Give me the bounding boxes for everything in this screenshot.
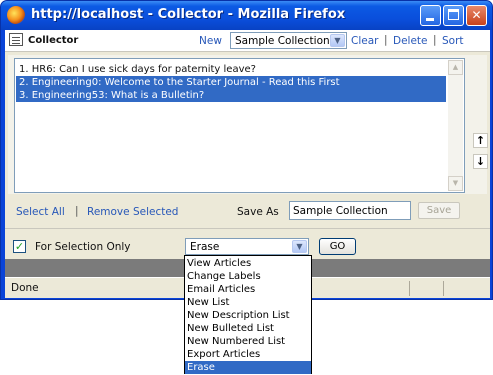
save-as-input[interactable] [289, 201, 411, 220]
dropdown-option[interactable]: Export Articles [185, 348, 311, 361]
scroll-up-icon[interactable]: ▲ [448, 60, 463, 75]
separator: | [384, 34, 388, 46]
status-pane-divider [443, 281, 444, 296]
dropdown-option[interactable]: New List [185, 296, 311, 309]
checkmark-icon: ✓ [14, 240, 25, 253]
remove-selected-link[interactable]: Remove Selected [87, 206, 178, 218]
status-pane-divider [409, 281, 410, 296]
collection-select-value: Sample Collection [235, 35, 330, 47]
clear-link[interactable]: Clear [351, 35, 378, 47]
close-button[interactable]: ✕ [466, 5, 487, 26]
scroll-down-icon[interactable]: ▼ [448, 176, 463, 191]
minimize-icon [426, 18, 434, 21]
status-text: Done [11, 282, 39, 294]
maximize-icon [448, 9, 459, 20]
dropdown-option[interactable]: Email Articles [185, 283, 311, 296]
action-select-value: Erase [190, 241, 220, 253]
separator: | [433, 34, 437, 46]
for-selection-only-label: For Selection Only [35, 241, 131, 253]
firefox-icon [7, 6, 25, 24]
chevron-down-icon[interactable]: ▼ [330, 34, 345, 47]
collector-title: Collector [28, 35, 79, 46]
dropdown-option[interactable]: New Description List [185, 309, 311, 322]
dropdown-option-selected[interactable]: Erase [185, 361, 311, 374]
dropdown-option[interactable]: Change Labels [185, 270, 311, 283]
arrow-up-icon[interactable]: ↑ [473, 133, 488, 148]
chevron-down-icon[interactable]: ▼ [292, 240, 307, 253]
save-button[interactable]: Save [418, 202, 460, 219]
collection-select[interactable]: Sample Collection ▼ [230, 32, 347, 49]
dropdown-option[interactable]: New Numbered List [185, 335, 311, 348]
list-item[interactable]: 1. HR6: Can I use sick days for paternit… [16, 63, 446, 76]
list-item[interactable]: 3. Engineering53: What is a Bulletin? [16, 89, 446, 102]
maximize-button[interactable] [443, 5, 464, 26]
delete-link[interactable]: Delete [393, 35, 428, 47]
new-link[interactable]: New [199, 35, 222, 47]
close-icon: ✕ [471, 8, 482, 22]
dropdown-option[interactable]: New Bulleted List [185, 322, 311, 335]
save-as-label: Save As [237, 206, 279, 218]
collector-toolbar: Collector New Sample Collection ▼ Clear … [5, 30, 490, 52]
separator: | [75, 205, 79, 217]
action-dropdown-list[interactable]: View Articles Change Labels Email Articl… [184, 255, 312, 374]
action-select[interactable]: Erase ▼ [185, 238, 309, 255]
collector-icon [9, 33, 23, 46]
go-button[interactable]: GO [319, 238, 356, 255]
articles-panel: 1. HR6: Can I use sick days for paternit… [8, 55, 488, 194]
minimize-button[interactable] [420, 5, 441, 26]
arrow-down-icon[interactable]: ↓ [473, 154, 488, 169]
for-selection-only-checkbox[interactable]: ✓ [13, 240, 26, 253]
divider [5, 228, 490, 229]
sort-link[interactable]: Sort [442, 35, 464, 47]
title-bar[interactable]: http://localhost - Collector - Mozilla F… [1, 1, 492, 30]
select-all-link[interactable]: Select All [16, 206, 65, 218]
window-title: http://localhost - Collector - Mozilla F… [31, 7, 346, 22]
dropdown-option[interactable]: View Articles [185, 257, 311, 270]
list-item[interactable]: 2. Engineering0: Welcome to the Starter … [16, 76, 446, 89]
vertical-scrollbar[interactable]: ▲ ▼ [448, 60, 463, 191]
articles-listbox[interactable]: 1. HR6: Can I use sick days for paternit… [14, 58, 465, 193]
